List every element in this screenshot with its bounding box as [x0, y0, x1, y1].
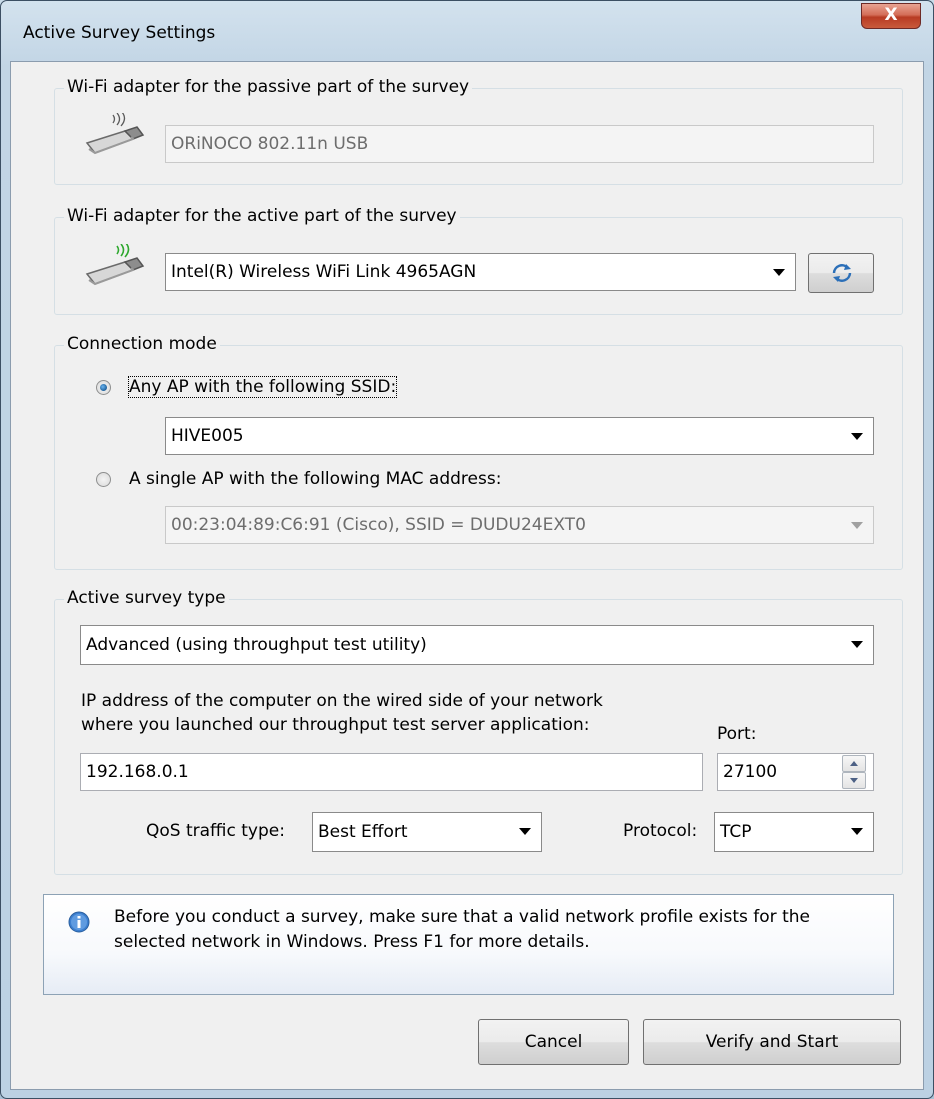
mac-mode-radio[interactable]	[96, 472, 111, 487]
qos-value: Best Effort	[318, 822, 408, 842]
chevron-down-icon	[851, 828, 863, 835]
port-increment-button[interactable]	[842, 755, 866, 772]
ssid-mode-radio[interactable]	[96, 380, 111, 395]
chevron-down-icon	[773, 269, 785, 276]
window-title: Active Survey Settings	[23, 23, 216, 43]
ip-prompt-line2: where you launched our throughput test s…	[81, 715, 590, 735]
verify-and-start-button-label: Verify and Start	[705, 1032, 839, 1052]
active-adapter-value: Intel(R) Wireless WiFi Link 4965AGN	[171, 262, 477, 282]
close-icon: X	[884, 5, 898, 25]
qos-select[interactable]: Best Effort	[312, 812, 542, 852]
verify-and-start-button[interactable]: Verify and Start	[643, 1019, 901, 1065]
usb-wifi-adapter-active-icon	[85, 244, 145, 286]
passive-adapter-group-label: Wi-Fi adapter for the passive part of th…	[64, 77, 473, 97]
chevron-down-icon	[851, 522, 863, 529]
title-bar[interactable]: Active Survey Settings X	[1, 1, 933, 61]
port-decrement-button[interactable]	[842, 772, 866, 789]
spin-down-icon	[850, 778, 858, 783]
active-adapter-select[interactable]: Intel(R) Wireless WiFi Link 4965AGN	[165, 253, 796, 291]
dialog-window: Active Survey Settings X Wi-Fi adapter f…	[0, 0, 934, 1099]
info-line2: selected network in Windows. Press F1 fo…	[114, 932, 590, 952]
info-line1: Before you conduct a survey, make sure t…	[114, 907, 810, 927]
chevron-down-icon	[519, 828, 531, 835]
info-panel: Before you conduct a survey, make sure t…	[43, 894, 894, 995]
ip-address-input[interactable]: 192.168.0.1	[80, 753, 703, 791]
ip-address-value: 192.168.0.1	[86, 762, 189, 782]
chevron-down-icon	[851, 433, 863, 440]
connection-mode-group-label: Connection mode	[64, 334, 220, 354]
protocol-value: TCP	[720, 822, 752, 842]
mac-mode-label[interactable]: A single AP with the following MAC addre…	[129, 469, 501, 489]
survey-type-group-label: Active survey type	[64, 588, 229, 608]
survey-type-select[interactable]: Advanced (using throughput test utility)	[80, 625, 874, 665]
passive-adapter-field: ORiNOCO 802.11n USB	[165, 125, 874, 163]
refresh-icon	[832, 264, 852, 282]
close-button[interactable]: X	[861, 3, 921, 29]
mac-select: 00:23:04:89:C6:91 (Cisco), SSID = DUDU24…	[165, 506, 874, 544]
active-adapter-group-label: Wi-Fi adapter for the active part of the…	[64, 206, 460, 226]
ssid-value: HIVE005	[171, 426, 244, 446]
qos-label: QoS traffic type:	[146, 821, 285, 841]
mac-value: 00:23:04:89:C6:91 (Cisco), SSID = DUDU24…	[171, 515, 586, 535]
usb-wifi-adapter-icon	[85, 113, 145, 155]
refresh-adapters-button[interactable]	[808, 253, 874, 293]
cancel-button[interactable]: Cancel	[478, 1019, 629, 1065]
spin-up-icon	[850, 761, 858, 766]
protocol-label: Protocol:	[623, 821, 698, 841]
ssid-mode-label[interactable]: Any AP with the following SSID:	[127, 376, 398, 398]
ip-prompt-line1: IP address of the computer on the wired …	[81, 691, 603, 711]
ssid-select[interactable]: HIVE005	[165, 417, 874, 455]
port-label: Port:	[717, 724, 757, 744]
port-value: 27100	[723, 762, 778, 782]
cancel-button-label: Cancel	[524, 1032, 583, 1052]
survey-type-value: Advanced (using throughput test utility)	[86, 635, 427, 655]
protocol-select[interactable]: TCP	[714, 812, 874, 852]
passive-adapter-value: ORiNOCO 802.11n USB	[171, 134, 369, 154]
info-icon	[68, 911, 90, 933]
chevron-down-icon	[851, 641, 863, 648]
